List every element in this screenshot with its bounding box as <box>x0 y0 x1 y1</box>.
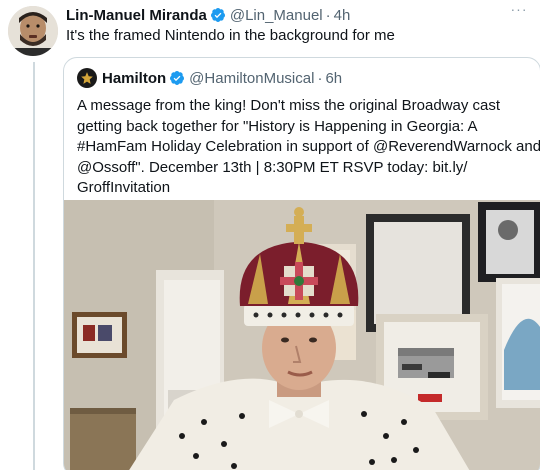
quoted-text-line: @Ossoff". December 13th | 8:30PM ET RSVP… <box>77 158 468 176</box>
star-icon <box>81 72 93 84</box>
quoted-author-name[interactable]: Hamilton <box>102 70 166 87</box>
quoted-text-line: A message from the king! Don't miss the … <box>77 97 501 114</box>
tweet-time[interactable]: 4h <box>334 7 351 24</box>
quoted-tweet-header: Hamilton @HamiltonMusical · 6h <box>77 68 342 88</box>
quoted-tweet-text: A message from the king! Don't miss the … <box>77 96 540 199</box>
separator-dot: · <box>325 6 331 24</box>
video-still-image <box>64 200 540 470</box>
quoted-text-line: GroffInvitation <box>77 179 171 196</box>
quoted-text-line: #HamFam Holiday Celebration in support o… <box>77 138 540 155</box>
separator-dot: · <box>317 69 323 87</box>
tweet-text: It's the framed Nintendo in the backgrou… <box>66 27 395 44</box>
quoted-author-handle[interactable]: @HamiltonMusical <box>189 70 314 87</box>
author-name[interactable]: Lin-Manuel Miranda <box>66 7 207 24</box>
author-handle[interactable]: @Lin_Manuel <box>230 7 323 24</box>
thread-line <box>33 62 35 470</box>
tweet[interactable]: Lin-Manuel Miranda @Lin_Manuel · 4h ··· … <box>0 0 540 470</box>
tweet-header: Lin-Manuel Miranda @Lin_Manuel · 4h <box>66 5 350 25</box>
quoted-tweet[interactable]: Hamilton @HamiltonMusical · 6h A message… <box>63 57 540 470</box>
quoted-tweet-time[interactable]: 6h <box>325 70 342 87</box>
quoted-author-avatar[interactable] <box>77 68 97 88</box>
verified-badge-icon <box>210 8 225 22</box>
more-options-icon[interactable]: ··· <box>508 2 530 18</box>
quoted-tweet-media[interactable] <box>64 200 540 470</box>
verified-badge-icon <box>170 71 185 85</box>
quoted-text-line: getting back together for "History is Ha… <box>77 117 478 135</box>
author-avatar[interactable] <box>8 6 58 56</box>
